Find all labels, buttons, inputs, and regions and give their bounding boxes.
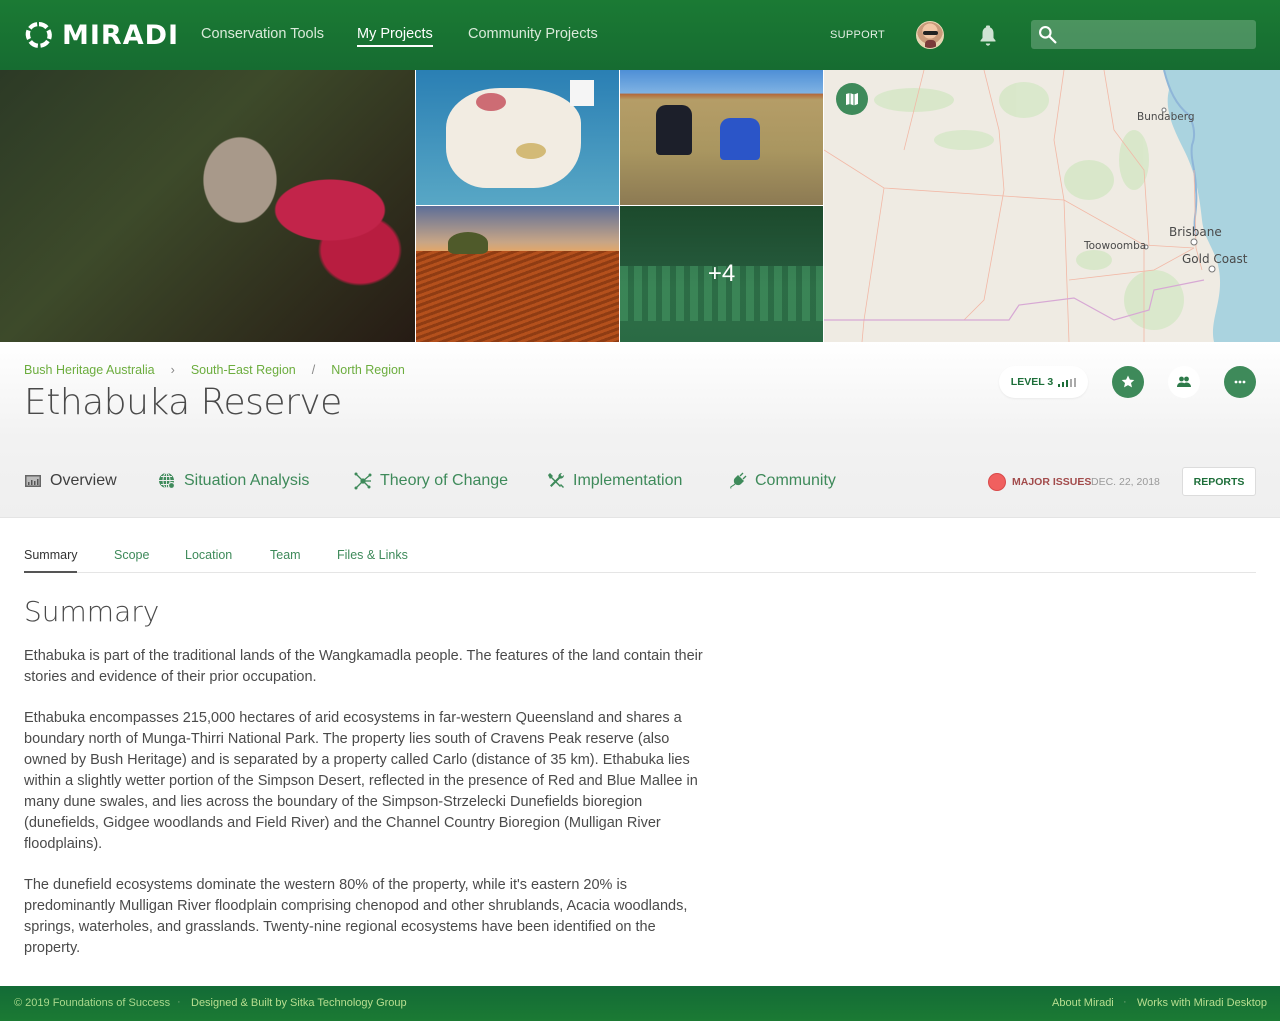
- photo-sand-dune[interactable]: [416, 206, 619, 342]
- person-figure: [656, 105, 692, 155]
- top-navigation-bar: MIRADI Conservation Tools My Projects Co…: [0, 0, 1280, 70]
- photo-pygmy-possum[interactable]: [0, 70, 415, 342]
- logo-text: MIRADI: [62, 19, 180, 51]
- star-icon: [1121, 375, 1135, 388]
- subtab-summary[interactable]: Summary: [24, 548, 78, 573]
- summary-heading: Summary: [24, 595, 160, 628]
- subtab-files-links[interactable]: Files & Links: [337, 548, 408, 562]
- network-icon: [354, 472, 372, 490]
- tab-theory-of-change[interactable]: Theory of Change: [354, 472, 508, 490]
- footer-separator: ·: [1123, 996, 1127, 1008]
- map-label-gold-coast: Gold Coast: [1182, 252, 1248, 266]
- summary-paragraph: The dunefield ecosystems dominate the we…: [24, 877, 688, 956]
- photo-community-group[interactable]: +4: [620, 206, 823, 342]
- breadcrumb-region[interactable]: South-East Region: [191, 363, 296, 377]
- summary-paragraph: Ethabuka encompasses 215,000 hectares of…: [24, 710, 698, 852]
- more-horiz-icon: [1234, 380, 1246, 384]
- breadcrumb: Bush Heritage Australia › South-East Reg…: [24, 363, 405, 377]
- footer-credit-link[interactable]: Designed & Built by Sitka Technology Gro…: [191, 997, 407, 1009]
- reports-button[interactable]: REPORTS: [1182, 467, 1256, 496]
- search-input[interactable]: [1065, 20, 1251, 49]
- breadcrumb-separator: /: [311, 363, 316, 377]
- nav-my-projects[interactable]: My Projects: [357, 26, 433, 47]
- nav-community-projects[interactable]: Community Projects: [468, 26, 598, 42]
- subtab-scope[interactable]: Scope: [114, 548, 149, 562]
- tab-overview[interactable]: Overview: [24, 472, 117, 490]
- globe-icon: [159, 472, 175, 489]
- tab-community[interactable]: Community: [729, 472, 836, 490]
- tab-implementation[interactable]: Implementation: [547, 472, 682, 490]
- map-view-button[interactable]: [836, 83, 868, 115]
- more-photos-count[interactable]: +4: [620, 206, 823, 342]
- tab-implementation-label: Implementation: [573, 472, 683, 489]
- footer-about-link[interactable]: About Miradi: [1052, 997, 1114, 1009]
- tab-theory-of-change-label: Theory of Change: [380, 472, 509, 489]
- team-button[interactable]: [1168, 366, 1200, 398]
- subtab-team[interactable]: Team: [270, 548, 301, 562]
- footer-desktop-link[interactable]: Works with Miradi Desktop: [1137, 997, 1267, 1009]
- subtab-location[interactable]: Location: [185, 548, 232, 562]
- people-icon: [1177, 376, 1191, 387]
- overview-subtabs: Summary Scope Location Team Files & Link…: [24, 540, 1256, 573]
- favorite-button[interactable]: [1112, 366, 1144, 398]
- nav-conservation-tools[interactable]: Conservation Tools: [201, 26, 324, 42]
- breadcrumb-organization[interactable]: Bush Heritage Australia: [24, 363, 155, 377]
- miradi-logo[interactable]: MIRADI: [24, 19, 179, 51]
- status-date: DEC. 22, 2018: [1091, 476, 1160, 488]
- tab-overview-label: Overview: [50, 472, 117, 489]
- page-title: Ethabuka Reserve: [24, 382, 342, 423]
- map-legend: [570, 80, 594, 106]
- search-box[interactable]: [1031, 20, 1256, 49]
- summary-paragraph: Ethabuka is part of the traditional land…: [24, 648, 703, 685]
- support-link[interactable]: SUPPORT: [830, 29, 885, 41]
- map-label-brisbane: Brisbane: [1169, 225, 1222, 239]
- breadcrumb-subregion[interactable]: North Region: [331, 363, 405, 377]
- breadcrumb-separator: ›: [170, 363, 175, 377]
- footer-separator: ·: [177, 996, 181, 1008]
- summary-body: Ethabuka is part of the traditional land…: [24, 646, 714, 979]
- tab-situation-analysis[interactable]: Situation Analysis: [158, 472, 309, 490]
- plug-icon: [730, 472, 747, 489]
- status-indicator-icon: [988, 473, 1006, 491]
- tools-icon: [548, 473, 564, 488]
- user-avatar[interactable]: [916, 21, 944, 49]
- tab-situation-analysis-label: Situation Analysis: [184, 472, 310, 489]
- search-icon: [1039, 26, 1057, 44]
- australia-shape: [446, 88, 581, 188]
- level-label: LEVEL 3: [1010, 376, 1054, 388]
- miradi-ring-icon: [25, 22, 52, 48]
- location-map[interactable]: Bundaberg Brisbane Toowoomba Gold Coast: [824, 70, 1280, 342]
- map-icon: [846, 93, 858, 106]
- chart-icon: [25, 475, 41, 487]
- tab-community-label: Community: [755, 472, 836, 489]
- map-label-toowoomba: Toowoomba: [1084, 240, 1147, 252]
- more-options-button[interactable]: [1224, 366, 1256, 398]
- footer-copyright: © 2019 Foundations of Success: [14, 997, 171, 1009]
- map-tiles: [824, 70, 1280, 342]
- project-level-badge[interactable]: LEVEL 3: [999, 366, 1088, 398]
- level-signal-icon: [1058, 377, 1077, 387]
- person-figure: [720, 118, 760, 160]
- status-label: MAJOR ISSUES: [1012, 476, 1092, 488]
- photo-field-survey[interactable]: [620, 70, 823, 205]
- project-gallery: +4 Bundaberg Brisbane Toowoomba Gold Coa…: [0, 70, 1280, 342]
- footer: © 2019 Foundations of Success · Designed…: [0, 986, 1280, 1021]
- notification-bell-icon[interactable]: [978, 25, 998, 47]
- map-label-bundaberg: Bundaberg: [1137, 111, 1195, 123]
- photo-australia-map[interactable]: [416, 70, 619, 205]
- project-header: Bush Heritage Australia › South-East Reg…: [0, 342, 1280, 518]
